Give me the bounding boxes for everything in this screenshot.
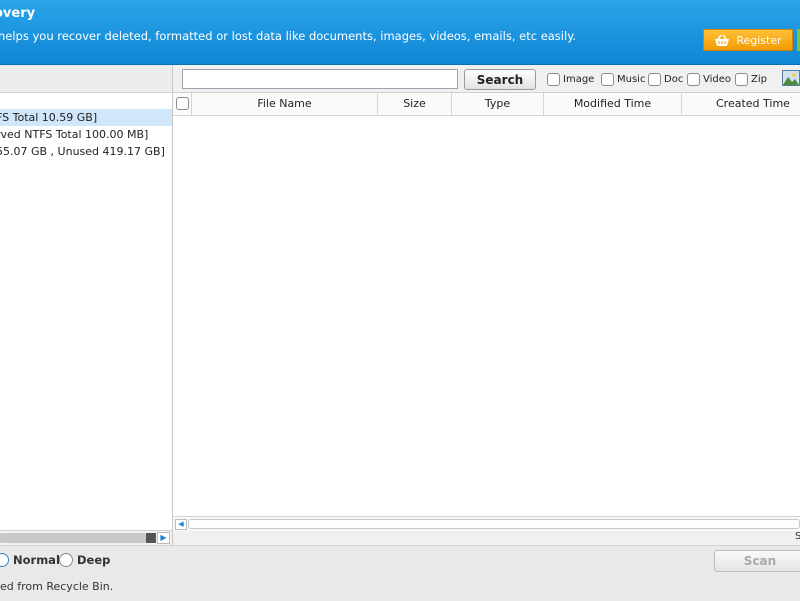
scrollbar-thumb-end (146, 533, 156, 543)
drive-label: 55.07 GB , Unused 419.17 GB] (0, 145, 165, 158)
filter-music[interactable]: Music (601, 71, 645, 87)
column-type[interactable]: Type (452, 93, 544, 115)
status-bar: S (173, 531, 800, 545)
filter-image[interactable]: Image (547, 71, 594, 87)
scroll-left-icon[interactable]: ◀ (175, 519, 187, 530)
filter-label: Video (703, 73, 732, 85)
column-created-time[interactable]: Created Time (682, 93, 800, 115)
search-input[interactable] (182, 69, 458, 89)
video-checkbox[interactable] (687, 72, 700, 86)
basket-icon (714, 34, 730, 46)
select-all-checkbox[interactable] (176, 97, 189, 110)
register-button[interactable]: Register (703, 29, 793, 51)
scan-mode-label: Deep (77, 553, 111, 567)
scrollbar-thumb[interactable] (188, 519, 800, 529)
scan-mode-normal[interactable]: Normal (0, 553, 60, 567)
scan-button[interactable]: Scan (714, 550, 800, 572)
filter-doc[interactable]: Doc (648, 71, 683, 87)
drive-panel: FS Total 10.59 GB] rved NTFS Total 100.0… (0, 65, 173, 546)
search-button[interactable]: Search (464, 69, 536, 90)
filter-zip[interactable]: Zip (735, 71, 767, 87)
image-checkbox[interactable] (547, 72, 560, 86)
drive-item[interactable]: FS Total 10.59 GB] (0, 109, 172, 126)
search-toolbar: Search Image Music Doc Video Zip (173, 65, 800, 92)
register-label: Register (736, 33, 782, 47)
drive-label: FS Total 10.59 GB] (0, 111, 98, 124)
filter-label: Doc (664, 73, 684, 85)
scroll-right-icon[interactable]: ▶ (157, 532, 170, 544)
drive-label: rved NTFS Total 100.00 MB] (0, 128, 149, 141)
select-all-column[interactable] (173, 93, 192, 115)
app-description: helps you recover deleted, formatted or … (0, 29, 577, 43)
filter-video[interactable]: Video (687, 71, 731, 87)
scan-hint: ed from Recycle Bin. (0, 580, 114, 593)
filter-label: Zip (751, 73, 767, 85)
table-header: File Name Size Type Modified Time Create… (173, 93, 800, 116)
scan-mode-label: Normal (13, 553, 60, 567)
app-title: overy (0, 6, 36, 21)
scan-panel: Normal Deep Scan ed from Recycle Bin. (0, 545, 800, 601)
zip-checkbox[interactable] (735, 72, 748, 86)
music-checkbox[interactable] (601, 72, 614, 86)
normal-radio[interactable] (0, 553, 9, 567)
drive-item[interactable]: 55.07 GB , Unused 419.17 GB] (0, 143, 172, 160)
drive-item[interactable]: rved NTFS Total 100.00 MB] (0, 126, 172, 143)
column-modified-time[interactable]: Modified Time (544, 93, 682, 115)
scrollbar-thumb[interactable] (0, 533, 146, 543)
file-table: File Name Size Type Modified Time Create… (173, 92, 800, 517)
column-size[interactable]: Size (378, 93, 452, 115)
app-header: overy helps you recover deleted, formatt… (0, 0, 800, 65)
filter-label: Music (617, 73, 646, 85)
drive-panel-scrollbar[interactable]: ▶ (0, 530, 172, 546)
drive-panel-header (0, 65, 172, 93)
filter-label: Image (563, 73, 595, 85)
image-preview-icon[interactable] (782, 70, 800, 86)
column-file-name[interactable]: File Name (192, 93, 378, 115)
status-text: S (795, 531, 800, 542)
scan-mode-deep[interactable]: Deep (59, 553, 110, 567)
table-scrollbar[interactable]: ◀ (173, 516, 800, 532)
deep-radio[interactable] (59, 553, 73, 567)
doc-checkbox[interactable] (648, 72, 661, 86)
